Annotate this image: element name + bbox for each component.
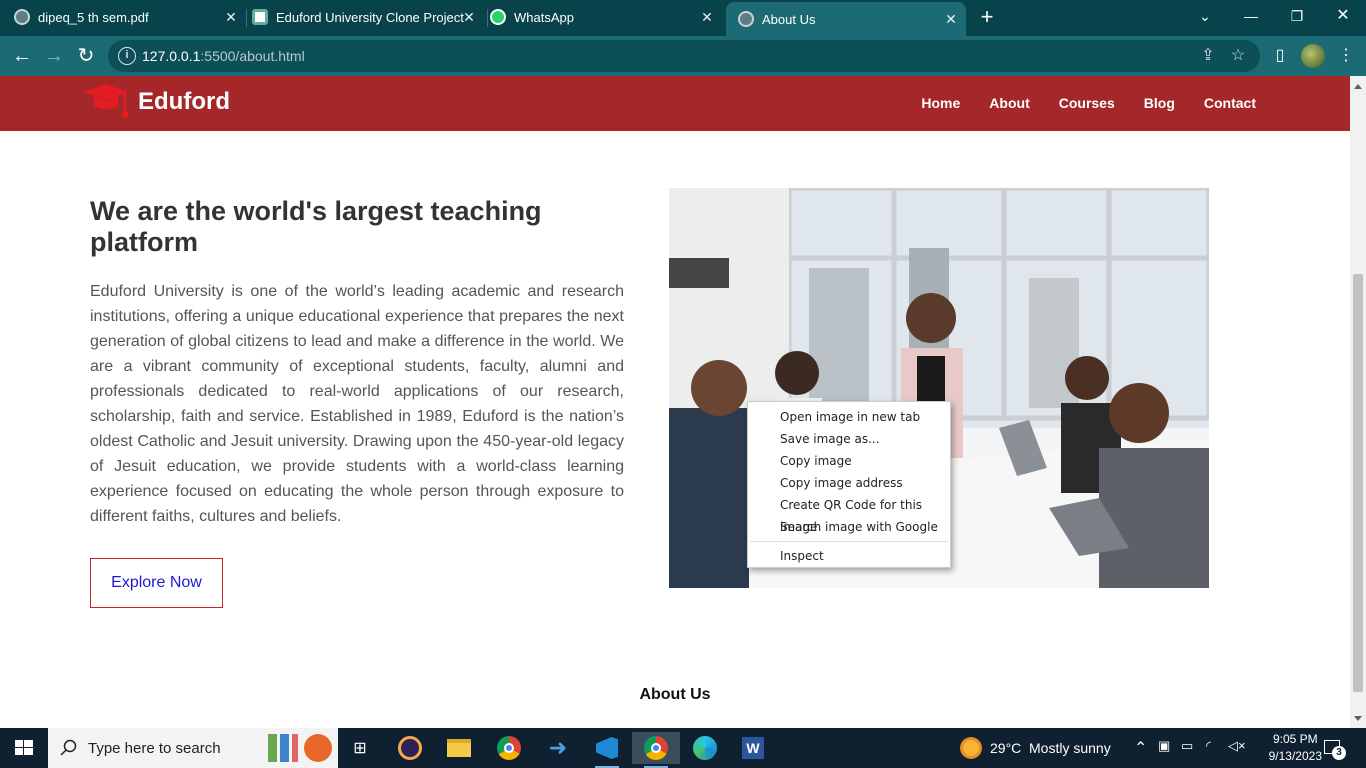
minimize-button[interactable]: — bbox=[1228, 0, 1274, 34]
globe-icon bbox=[738, 11, 754, 27]
info-icon[interactable]: i bbox=[118, 47, 136, 65]
task-view-icon[interactable]: ⊞ bbox=[340, 732, 380, 764]
tab-title: dipeq_5 th sem.pdf bbox=[38, 9, 149, 25]
weather-desc[interactable]: Mostly sunny bbox=[1029, 740, 1111, 756]
image-context-menu: Open image in new tab Save image as... C… bbox=[747, 401, 951, 568]
tab-title: WhatsApp bbox=[514, 9, 574, 25]
notification-center-icon[interactable]: 3 bbox=[1322, 738, 1348, 760]
close-icon[interactable]: ✕ bbox=[460, 8, 478, 26]
tab-search-chevron-icon[interactable]: ⌄ bbox=[1182, 0, 1228, 34]
menu-save-image-as[interactable]: Save image as... bbox=[748, 428, 950, 450]
windows-taskbar: Type here to search ⊞ ➜ W 29°C Mostly su… bbox=[0, 728, 1366, 768]
weather-temp[interactable]: 29°C bbox=[990, 740, 1021, 756]
hero-paragraph: Eduford University is one of the world’s… bbox=[90, 283, 624, 525]
menu-create-qr-code[interactable]: Create QR Code for this image bbox=[748, 494, 950, 534]
menu-icon[interactable]: ⋮ bbox=[1334, 44, 1358, 68]
tab-title: About Us bbox=[762, 11, 816, 27]
side-panel-icon[interactable]: ▯ bbox=[1268, 44, 1292, 68]
word-icon[interactable]: W bbox=[733, 732, 773, 764]
scroll-down-icon[interactable] bbox=[1354, 716, 1362, 721]
bookmark-star-icon[interactable]: ☆ bbox=[1228, 46, 1248, 66]
site-logo[interactable]: Eduford bbox=[82, 82, 230, 122]
new-tab-button[interactable]: + bbox=[976, 6, 998, 28]
eclipse-icon[interactable] bbox=[390, 732, 430, 764]
speaker-muted-icon[interactable]: ◁× bbox=[1228, 738, 1246, 754]
menu-copy-image-address[interactable]: Copy image address bbox=[748, 472, 950, 494]
menu-open-image-new-tab[interactable]: Open image in new tab bbox=[748, 406, 950, 428]
sourcetree-icon[interactable]: ➜ bbox=[538, 732, 578, 764]
url-text: 127.0.0.1:5500/about.html bbox=[142, 48, 305, 64]
taskbar-search-input[interactable]: Type here to search bbox=[48, 728, 338, 768]
whatsapp-icon bbox=[490, 9, 506, 25]
address-bar[interactable]: i 127.0.0.1:5500/about.html ⇪ ☆ bbox=[108, 40, 1260, 72]
chevron-up-icon[interactable]: ⌃ bbox=[1134, 738, 1147, 758]
page-scrollbar[interactable] bbox=[1350, 76, 1366, 728]
tab-separator bbox=[487, 9, 488, 27]
chrome-active-icon[interactable] bbox=[632, 732, 680, 768]
file-explorer-icon[interactable] bbox=[439, 732, 479, 764]
notification-count: 3 bbox=[1332, 746, 1346, 760]
brand-name: Eduford bbox=[138, 88, 230, 115]
page-title: We are the world's largest teaching plat… bbox=[90, 196, 542, 257]
tab-eduford-project[interactable]: Eduford University Clone Project ✕ bbox=[252, 0, 484, 34]
system-clock[interactable]: 9:05 PM 9/13/2023 bbox=[1269, 731, 1322, 765]
main-nav: Home About Courses Blog Contact bbox=[892, 95, 1256, 111]
site-navbar: Eduford Home About Courses Blog Contact bbox=[0, 76, 1350, 131]
profile-avatar[interactable] bbox=[1301, 44, 1325, 68]
nav-home[interactable]: Home bbox=[921, 95, 960, 111]
section-title: About Us bbox=[639, 686, 711, 703]
explore-now-button[interactable]: Explore Now bbox=[90, 558, 223, 608]
restore-button[interactable]: ❐ bbox=[1274, 0, 1320, 34]
wifi-icon[interactable]: ◜ bbox=[1206, 738, 1211, 754]
diagram-search-highlight-icon bbox=[268, 734, 298, 762]
forward-icon[interactable]: → bbox=[42, 44, 66, 68]
reload-icon[interactable]: ↻ bbox=[74, 44, 98, 68]
browser-tab-bar: dipeq_5 th sem.pdf ✕ Eduford University … bbox=[0, 0, 1366, 36]
tab-whatsapp[interactable]: WhatsApp ✕ bbox=[490, 0, 722, 34]
close-icon[interactable]: ✕ bbox=[222, 8, 240, 26]
globe-icon bbox=[14, 9, 30, 25]
browser-toolbar: ← → ↻ i 127.0.0.1:5500/about.html ⇪ ☆ ▯ … bbox=[0, 36, 1366, 76]
tab-about-us[interactable]: About Us ✕ bbox=[726, 2, 966, 36]
back-icon[interactable]: ← bbox=[10, 44, 34, 68]
tab-title: Eduford University Clone Project bbox=[276, 9, 464, 25]
chatgpt-icon bbox=[252, 9, 268, 25]
close-icon[interactable]: ✕ bbox=[698, 8, 716, 26]
edge-icon[interactable] bbox=[685, 732, 725, 764]
menu-divider bbox=[750, 541, 948, 542]
nav-about[interactable]: About bbox=[989, 95, 1029, 111]
page-viewport: Eduford Home About Courses Blog Contact … bbox=[0, 76, 1350, 728]
share-icon[interactable]: ⇪ bbox=[1198, 46, 1218, 66]
menu-copy-image[interactable]: Copy image bbox=[748, 450, 950, 472]
meet-now-icon[interactable]: ▣ bbox=[1158, 738, 1170, 754]
clock-date: 9/13/2023 bbox=[1268, 749, 1322, 763]
menu-search-image-google[interactable]: Search image with Google bbox=[748, 516, 950, 538]
scroll-up-icon[interactable] bbox=[1354, 84, 1362, 89]
nav-courses[interactable]: Courses bbox=[1059, 95, 1115, 111]
menu-inspect[interactable]: Inspect bbox=[748, 545, 950, 567]
graduation-cap-icon bbox=[82, 82, 130, 122]
close-window-button[interactable]: ✕ bbox=[1320, 0, 1366, 34]
nav-blog[interactable]: Blog bbox=[1144, 95, 1175, 111]
tab-pdf[interactable]: dipeq_5 th sem.pdf ✕ bbox=[14, 0, 246, 34]
windows-start-icon[interactable] bbox=[0, 728, 48, 768]
close-icon[interactable]: ✕ bbox=[942, 10, 960, 28]
vscode-icon[interactable] bbox=[587, 732, 627, 768]
scroll-thumb[interactable] bbox=[1353, 274, 1363, 692]
clock-time: 9:05 PM bbox=[1272, 732, 1318, 746]
chrome-icon[interactable] bbox=[489, 732, 529, 764]
search-placeholder: Type here to search bbox=[88, 740, 221, 757]
basketball-search-highlight-icon bbox=[304, 734, 332, 762]
battery-icon[interactable]: ▭ bbox=[1181, 738, 1193, 754]
tab-separator bbox=[246, 9, 247, 27]
search-icon bbox=[60, 739, 77, 756]
weather-sun-icon[interactable] bbox=[960, 737, 982, 759]
nav-contact[interactable]: Contact bbox=[1204, 95, 1256, 111]
